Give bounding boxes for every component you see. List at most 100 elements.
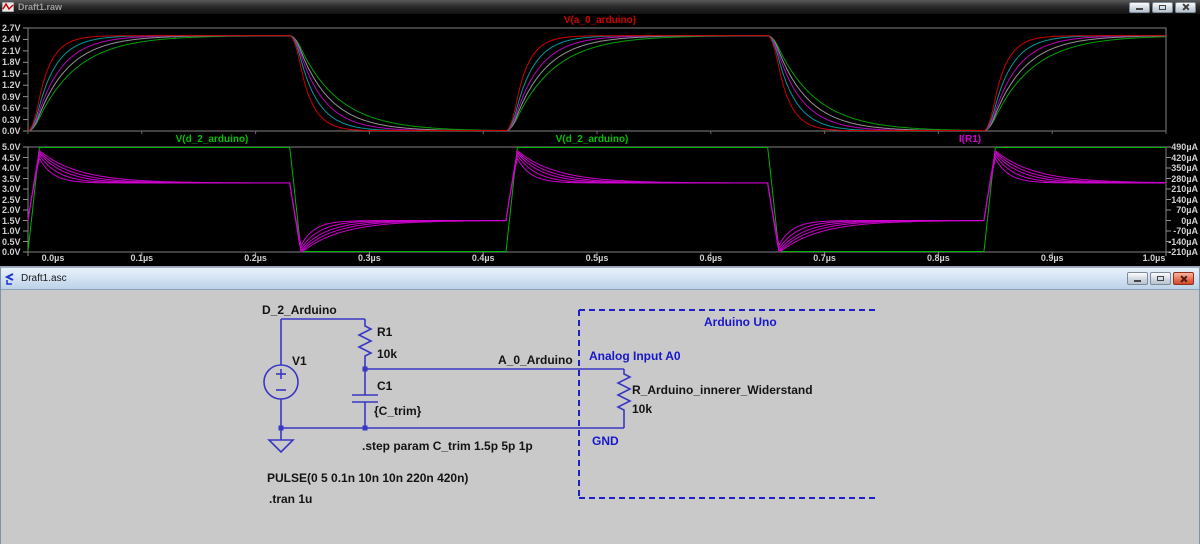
trace-i-r1-run-5 [28,151,1166,252]
x-axis-tick-label: 1.0µs [1134,254,1174,263]
restore-icon [1159,5,1166,10]
trace-v-a0-arduino-ctrim-5p [28,36,1166,131]
x-axis-tick-label: 0.5µs [577,254,617,263]
close-icon [1182,3,1190,11]
waveform-icon [2,2,14,12]
trace-v-d2-arduino [28,148,1166,252]
x-axis-tick-label: 0.2µs [236,254,276,263]
y-axis-tick-label: 0.3V [2,116,21,125]
comment-gnd[interactable]: GND [592,434,619,448]
waveform-plot-region[interactable]: V(a_0_arduino) V(d_2_arduino) V(d_2_ardui… [0,14,1200,266]
x-axis-tick-label: 0.7µs [805,254,845,263]
y-axis-tick-label: 1.8V [2,58,21,67]
schematic-window-title: Draft1.asc [21,273,1127,284]
trace-label-v-d2-arduino[interactable]: V(d_2_arduino) [176,133,249,146]
x-axis-tick-label: 0.9µs [1032,254,1072,263]
component-value-r1[interactable]: 10k [377,347,397,361]
net-label-a0-arduino[interactable]: A_0_Arduino [498,353,573,367]
schematic-canvas[interactable]: D_2_Arduino V1 R1 10k C1 {C_trim} A_0_Ar… [1,290,1199,544]
restore-button[interactable] [1150,272,1171,285]
component-value-c1[interactable]: {C_trim} [374,404,421,418]
directive-pulse[interactable]: PULSE(0 5 0.1n 10n 10n 220n 420n) [267,471,468,485]
y-axis-tick-label: 1.2V [2,81,21,90]
net-label-d2-arduino[interactable]: D_2_Arduino [262,303,337,317]
x-axis-tick-label: 0.8µs [918,254,958,263]
restore-icon [1157,276,1164,281]
y-axis-tick-label: 2.7V [2,24,21,33]
y-axis-tick-label: 1.5V [2,217,21,226]
y-axis-tick-label: 4.5V [2,154,21,163]
y-axis-tick-label: 4.0V [2,164,21,173]
y-axis-tick-label: 0.0V [2,248,21,257]
x-axis-tick-label: 0.1µs [122,254,162,263]
waveform-window-titlebar[interactable]: Draft1.raw [0,0,1200,14]
y-axis-tick-label: 0.0V [2,127,21,136]
component-value-r-arduino[interactable]: 10k [632,402,652,416]
minimize-button[interactable] [1127,272,1148,285]
component-name-c1[interactable]: C1 [377,379,392,393]
directive-step-param[interactable]: .step param C_trim 1.5p 5p 1p [362,439,533,453]
x-axis-tick-label: 0.3µs [349,254,389,263]
minimize-icon [1134,280,1141,282]
y-axis-tick-label: 0.6V [2,104,21,113]
y-axis-tick-label: 3.0V [2,185,21,194]
x-axis-tick-label: 0.0µs [33,254,73,263]
restore-button[interactable] [1152,2,1173,13]
trace-v-a0-arduino-ctrim-4.5p [28,36,1166,131]
junction-dot [279,426,284,431]
y-axis-tick-label: 2.5V [2,196,21,205]
waveform-window-title: Draft1.raw [18,2,1129,12]
schematic-drawing [1,290,1199,544]
component-name-r1[interactable]: R1 [377,325,392,339]
component-name-r-arduino[interactable]: R_Arduino_innerer_Widerstand [632,383,813,397]
y-axis-right-tick-label: -70µA [1173,227,1198,236]
trace-label-i-r1[interactable]: I(R1) [959,133,981,146]
junction-dot [363,426,368,431]
waveform-window: Draft1.raw V(a_0_arduino) V(d_2_arduino)… [0,0,1200,266]
minimize-icon [1136,8,1143,10]
y-axis-right-tick-label: 280µA [1171,175,1198,184]
x-axis-tick-label: 0.6µs [691,254,731,263]
y-axis-right-tick-label: 0µA [1181,217,1198,226]
component-name-v1[interactable]: V1 [292,354,307,368]
trace-i-r1-run-1 [28,158,1166,245]
y-axis-right-tick-label: 420µA [1171,154,1198,163]
y-axis-tick-label: 3.5V [2,175,21,184]
comment-analog-input-a0[interactable]: Analog Input A0 [589,349,681,363]
trace-i-r1-run-3 [28,153,1166,250]
y-axis-tick-label: 2.0V [2,206,21,215]
trace-i-r1-run-2 [28,155,1166,248]
y-axis-tick-label: 0.9V [2,93,21,102]
y-axis-tick-label: 0.5V [2,238,21,247]
schematic-window: Draft1.asc [0,267,1200,544]
y-axis-tick-label: 2.1V [2,47,21,56]
y-axis-tick-label: 1.5V [2,70,21,79]
minimize-button[interactable] [1129,2,1150,13]
schematic-window-titlebar[interactable]: Draft1.asc [1,268,1199,290]
voltage-source-v1[interactable] [264,319,298,428]
junction-dot [363,367,368,372]
y-axis-right-tick-label: 70µA [1176,206,1198,215]
y-axis-tick-label: 2.4V [2,35,21,44]
y-axis-tick-label: 1.0V [2,227,21,236]
resistor-r-arduino[interactable] [618,369,630,428]
y-axis-right-tick-label: 350µA [1171,164,1198,173]
trace-i-r1-run-4 [28,152,1166,252]
comment-arduino-uno[interactable]: Arduino Uno [704,315,777,329]
trace-label-v-d2-arduino[interactable]: V(d_2_arduino) [556,133,629,146]
y-axis-right-tick-label: 140µA [1171,196,1198,205]
close-icon [1180,275,1188,283]
y-axis-right-tick-label: 210µA [1171,185,1198,194]
y-axis-right-tick-label: 490µA [1171,143,1198,152]
x-axis-tick-label: 0.4µs [463,254,503,263]
y-axis-tick-label: 5.0V [2,143,21,152]
ground-symbol[interactable] [269,428,293,452]
directive-tran[interactable]: .tran 1u [269,492,312,506]
capacitor-c1[interactable] [352,369,378,428]
y-axis-right-tick-label: -140µA [1168,238,1198,247]
trace-label-v-a0-arduino[interactable]: V(a_0_arduino) [0,14,1200,27]
close-button[interactable] [1173,272,1194,285]
close-button[interactable] [1175,2,1196,13]
schematic-icon [4,273,16,285]
resistor-r1[interactable] [359,319,371,369]
